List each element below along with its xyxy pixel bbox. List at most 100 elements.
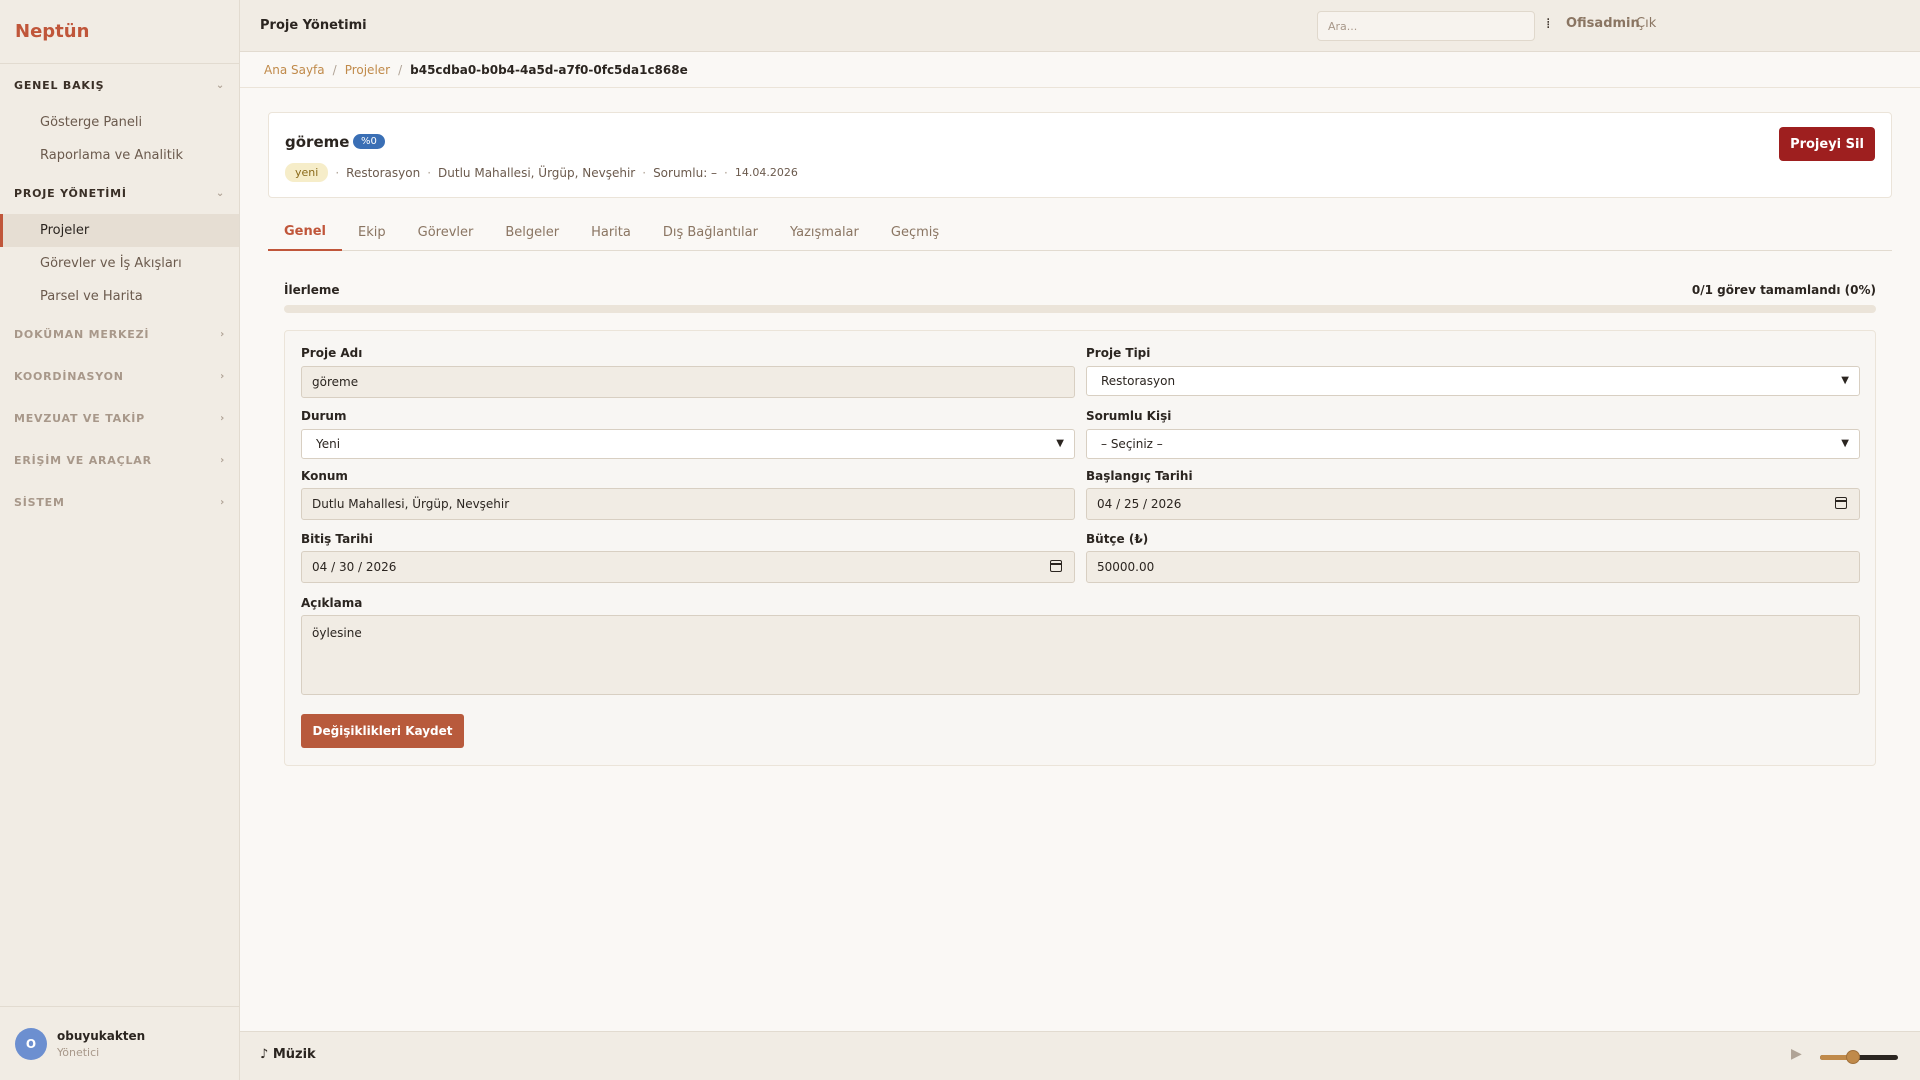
section-label: MEVZUAT VE TAKİP (14, 411, 146, 425)
progress-label: İlerleme (284, 283, 340, 297)
section-label: DOKÜMAN MERKEZİ (14, 327, 150, 341)
status-label: Durum (301, 409, 347, 423)
project-type: Restorasyon (346, 165, 421, 180)
sidebar-section-dokuman[interactable]: DOKÜMAN MERKEZİ › (0, 313, 239, 355)
sidebar-item-projects[interactable]: Projeler (0, 214, 239, 247)
section-label: KOORDİNASYON (14, 369, 124, 383)
breadcrumb-current: b45cdba0-b0b4-4a5d-a7f0-0fc5da1c868e (410, 62, 688, 77)
project-title: göreme (285, 133, 350, 151)
chevron-right-icon: › (220, 370, 225, 382)
chevron-right-icon: › (220, 496, 225, 508)
music-label[interactable]: ♪ Müzik (260, 1047, 316, 1062)
delete-project-button[interactable]: Projeyi Sil (1779, 127, 1875, 161)
volume-knob[interactable] (1845, 1050, 1860, 1064)
search-input[interactable] (1317, 11, 1535, 41)
tab-map[interactable]: Harita (575, 213, 647, 251)
logout-link[interactable]: Çık (1636, 16, 1656, 31)
responsible-select[interactable]: – Seçiniz – ▼ (1086, 429, 1860, 459)
end-date-input[interactable]: 04 / 30 / 2026 (301, 551, 1075, 583)
tab-correspondence[interactable]: Yazışmalar (774, 213, 875, 251)
meta-separator: · (335, 165, 340, 180)
chevron-down-icon: ▼ (1056, 438, 1064, 449)
music-bar: ♪ Müzik ▶ (240, 1031, 1920, 1080)
name-label: Proje Adı (301, 346, 363, 360)
chevron-down-icon: ▼ (1841, 438, 1849, 449)
type-label: Proje Tipi (1086, 346, 1151, 360)
save-changes-button[interactable]: Değişiklikleri Kaydet (301, 714, 464, 748)
breadcrumb-separator: / (332, 62, 337, 77)
sidebar-section-mevzuat[interactable]: MEVZUAT VE TAKİP › (0, 397, 239, 439)
project-responsible: Sorumlu: – (653, 165, 718, 180)
tab-documents[interactable]: Belgeler (489, 213, 575, 251)
calendar-icon[interactable] (1050, 560, 1062, 572)
breadcrumb: Ana Sayfa / Projeler / b45cdba0-b0b4-4a5… (240, 52, 1920, 88)
project-name-input[interactable]: göreme (301, 366, 1075, 398)
start-date-label: Başlangıç Tarihi (1086, 469, 1193, 483)
budget-input[interactable]: 50000.00 (1086, 551, 1860, 583)
user-profile[interactable]: O obuyukakten Yönetici (0, 1006, 240, 1080)
chevron-right-icon: › (220, 454, 225, 466)
end-date-value: 04 / 30 / 2026 (312, 560, 397, 574)
tab-tasks[interactable]: Görevler (402, 213, 490, 251)
status-badge: yeni (285, 163, 329, 182)
avatar: O (15, 1027, 47, 1060)
chevron-down-icon: ▼ (1841, 375, 1849, 386)
sidebar-item-dashboard[interactable]: Gösterge Paneli (0, 106, 239, 139)
sidebar-item-parcel-map[interactable]: Parsel ve Harita (0, 280, 239, 313)
start-date-value: 04 / 25 / 2026 (1097, 497, 1182, 511)
project-date: 14.04.2026 (734, 166, 798, 179)
topbar: Proje Yönetimi (240, 0, 1920, 52)
responsible-label: Sorumlu Kişi (1086, 409, 1172, 423)
project-type-value: Restorasyon (1101, 374, 1176, 388)
sidebar-item-tasks[interactable]: Görevler ve İş Akışları (0, 247, 239, 280)
sidebar: Neptün GENEL BAKIŞ ⌄ Gösterge Paneli Rap… (0, 0, 240, 1080)
brand-logo[interactable]: Neptün (0, 0, 239, 64)
sidebar-item-reporting[interactable]: Raporlama ve Analitik (0, 139, 239, 172)
sidebar-section-proje-yonetimi[interactable]: PROJE YÖNETİMİ ⌄ (0, 172, 239, 214)
notification-icon[interactable]: ⁞ (1546, 16, 1550, 32)
project-meta: yeni · Restorasyon · Dutlu Mahallesi, Ür… (285, 163, 798, 182)
sidebar-section-genel-bakis[interactable]: GENEL BAKIŞ ⌄ (0, 64, 239, 106)
breadcrumb-projects[interactable]: Projeler (345, 63, 390, 77)
status-value: Yeni (316, 437, 341, 451)
user-role: Yönetici (57, 1045, 100, 1059)
project-header-card: göreme %0 yeni · Restorasyon · Dutlu Mah… (268, 112, 1892, 198)
tab-team[interactable]: Ekip (342, 213, 402, 251)
play-icon[interactable]: ▶ (1791, 1046, 1802, 1062)
project-form: Proje Adı göreme Proje Tipi Restorasyon … (284, 330, 1876, 766)
tab-external-links[interactable]: Dış Bağlantılar (647, 213, 774, 251)
tab-general[interactable]: Genel (268, 213, 343, 251)
section-label: GENEL BAKIŞ (14, 78, 105, 92)
section-label: PROJE YÖNETİMİ (14, 186, 127, 200)
user-menu[interactable]: Ofisadmin (1566, 16, 1640, 31)
status-select[interactable]: Yeni ▼ (301, 429, 1075, 459)
chevron-down-icon: ⌄ (215, 187, 225, 199)
start-date-input[interactable]: 04 / 25 / 2026 (1086, 488, 1860, 520)
sidebar-section-erisim[interactable]: ERİŞİM VE ARAÇLAR › (0, 439, 239, 481)
sidebar-section-sistem[interactable]: SİSTEM › (0, 481, 239, 523)
tab-history[interactable]: Geçmiş (875, 213, 955, 251)
breadcrumb-home[interactable]: Ana Sayfa (264, 63, 325, 77)
calendar-icon[interactable] (1835, 497, 1847, 509)
chevron-down-icon: ⌄ (215, 79, 225, 91)
budget-label: Bütçe (₺) (1086, 532, 1149, 546)
breadcrumb-separator: / (398, 62, 403, 77)
volume-slider[interactable] (1820, 1050, 1898, 1064)
meta-separator: · (724, 165, 728, 180)
section-label: ERİŞİM VE ARAÇLAR (14, 453, 152, 467)
page-title: Proje Yönetimi (260, 18, 367, 33)
meta-separator: · (427, 165, 432, 180)
description-textarea[interactable]: öylesine (301, 615, 1860, 695)
description-label: Açıklama (301, 596, 363, 610)
progress-badge: %0 (353, 134, 385, 149)
location-input[interactable]: Dutlu Mahallesi, Ürgüp, Nevşehir (301, 488, 1075, 520)
sidebar-section-koordinasyon[interactable]: KOORDİNASYON › (0, 355, 239, 397)
chevron-right-icon: › (220, 328, 225, 340)
project-type-select[interactable]: Restorasyon ▼ (1086, 366, 1860, 396)
responsible-value: – Seçiniz – (1101, 437, 1163, 451)
progress-bar (284, 305, 1876, 313)
location-label: Konum (301, 469, 348, 483)
progress-text: 0/1 görev tamamlandı (0%) (1691, 283, 1876, 297)
meta-separator: · (642, 165, 647, 180)
section-label: SİSTEM (14, 495, 65, 509)
